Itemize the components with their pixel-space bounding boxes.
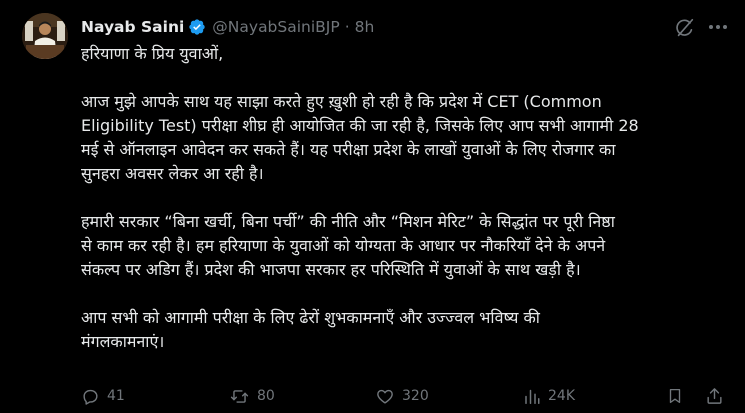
text-line: हमारी सरकार “बिना खर्ची, बिना पर्ची” की … <box>81 212 615 231</box>
like-button[interactable]: 320 <box>375 383 429 409</box>
text-line: Eligibility Test) परीक्षा शीघ्र ही आयोजि… <box>81 116 639 135</box>
bookmark-icon <box>666 386 684 406</box>
heart-icon <box>375 387 395 406</box>
text-line: हरियाणा के प्रिय युवाओं, <box>81 44 224 63</box>
analytics-icon <box>523 387 541 406</box>
tweet-text: हरियाणा के प्रिय युवाओं, आज मुझे आपके सा… <box>81 42 721 354</box>
text-line: आप सभी को आगामी परीक्षा के लिए ढेरों शुभ… <box>81 308 540 327</box>
separator-dot: · <box>344 18 350 36</box>
repost-button[interactable]: 80 <box>229 383 275 409</box>
bookmark-button[interactable] <box>666 383 684 409</box>
text-line: मंगलकामनाएं। <box>81 332 165 351</box>
view-count: 24K <box>548 388 575 404</box>
repost-count: 80 <box>257 388 275 404</box>
text-line: से काम कर रही है। हम हरियाणा के युवाओं क… <box>81 236 606 255</box>
reply-icon <box>81 387 100 406</box>
paragraph: हरियाणा के प्रिय युवाओं, <box>81 42 721 66</box>
repost-icon <box>229 387 250 406</box>
paragraph: आज मुझे आपके साथ यह साझा करते हुए ख़ुशी … <box>81 90 721 186</box>
timestamp[interactable]: 8h <box>355 18 375 36</box>
tweet-header: Nayab Saini @NayabSainiBJP · 8h <box>81 14 374 40</box>
paragraph: आप सभी को आगामी परीक्षा के लिए ढेरों शुभ… <box>81 306 721 354</box>
avatar[interactable] <box>22 13 68 59</box>
share-button[interactable] <box>705 383 724 409</box>
grok-icon[interactable] <box>674 17 696 43</box>
reply-count: 41 <box>107 388 125 404</box>
verified-badge-icon <box>188 18 206 36</box>
text-line: मई से ऑनलाइन आवेदन कर सकते हैं। यह परीक्… <box>81 140 616 159</box>
action-bar: 41 80 320 24K <box>81 383 731 409</box>
share-icon <box>705 386 724 406</box>
text-line: संकल्प पर अडिग हैं। प्रदेश की भाजपा सरका… <box>81 260 581 279</box>
more-options-icon[interactable] <box>706 15 730 43</box>
author-name[interactable]: Nayab Saini <box>81 18 184 36</box>
text-line: सुनहरा अवसर लेकर आ रही है। <box>81 164 264 183</box>
reply-button[interactable]: 41 <box>81 383 125 409</box>
paragraph: हमारी सरकार “बिना खर्ची, बिना पर्ची” की … <box>81 210 721 282</box>
text-line: आज मुझे आपके साथ यह साझा करते हुए ख़ुशी … <box>81 92 602 111</box>
like-count: 320 <box>402 388 429 404</box>
author-handle[interactable]: @NayabSainiBJP <box>212 18 339 36</box>
views-button[interactable]: 24K <box>523 383 575 409</box>
